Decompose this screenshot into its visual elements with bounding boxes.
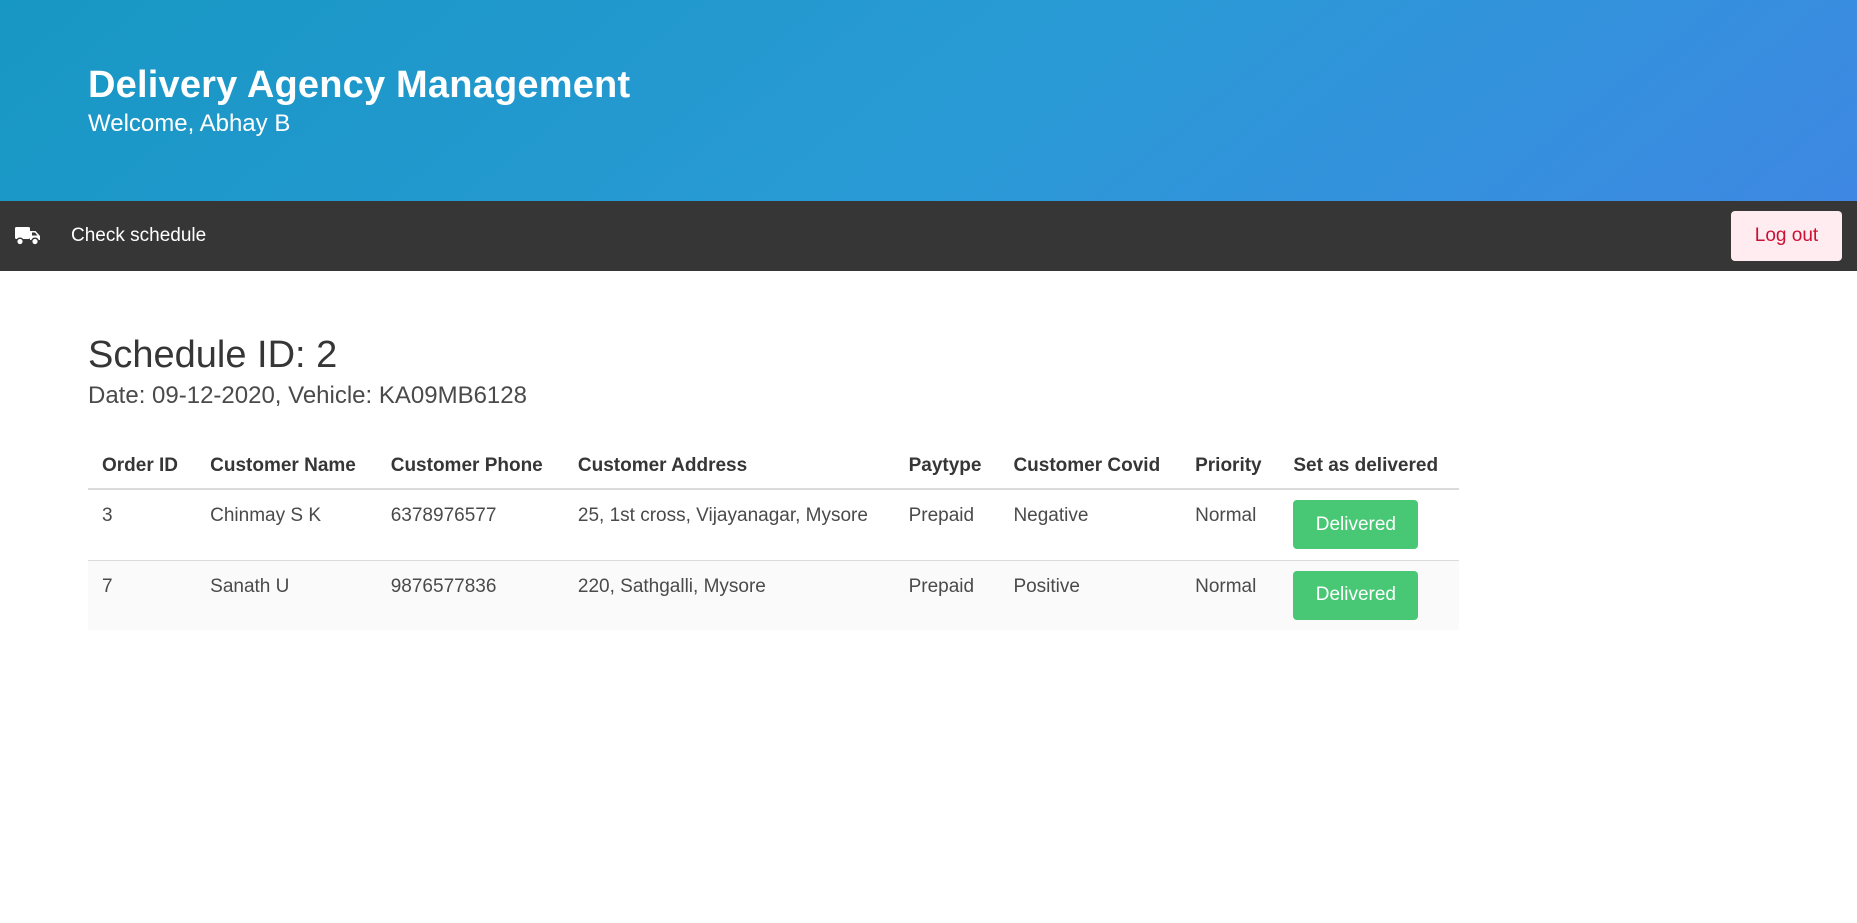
column-header-paytype: Paytype (894, 446, 1000, 490)
welcome-text: Welcome, Abhay B (88, 110, 291, 137)
cell-customer-address: 25, 1st cross, Vijayanagar, Mysore (563, 489, 895, 561)
cell-order-id: 3 (88, 489, 197, 561)
table-row: 3 Chinmay S K 6378976577 25, 1st cross, … (88, 489, 1459, 561)
check-schedule-link[interactable]: Check schedule (71, 225, 206, 247)
app-title: Delivery Agency Management (88, 64, 631, 106)
schedule-subtitle: Date: 09-12-2020, Vehicle: KA09MB6128 (88, 382, 527, 409)
table-row: 7 Sanath U 9876577836 220, Sathgalli, My… (88, 560, 1459, 630)
column-header-customer-phone: Customer Phone (376, 446, 564, 490)
cell-customer-covid: Positive (999, 560, 1182, 630)
cell-priority: Normal (1181, 560, 1280, 630)
truck-icon (15, 225, 41, 247)
column-header-customer-name: Customer Name (196, 446, 377, 490)
top-navbar: Check schedule Log out (0, 201, 1857, 271)
cell-priority: Normal (1181, 489, 1280, 561)
page-header: Delivery Agency Management Welcome, Abha… (0, 0, 1857, 201)
cell-customer-address: 220, Sathgalli, Mysore (563, 560, 895, 630)
cell-customer-phone: 9876577836 (376, 560, 564, 630)
column-header-order-id: Order ID (88, 446, 197, 490)
cell-paytype: Prepaid (894, 560, 1000, 630)
cell-customer-name: Sanath U (196, 560, 377, 630)
table-header-row: Order ID Customer Name Customer Phone Cu… (88, 446, 1459, 490)
cell-set-delivered: Delivered (1279, 489, 1459, 561)
column-header-customer-covid: Customer Covid (999, 446, 1182, 490)
delivered-button[interactable]: Delivered (1293, 500, 1419, 549)
orders-table: Order ID Customer Name Customer Phone Cu… (88, 446, 1459, 630)
schedule-title: Schedule ID: 2 (88, 334, 338, 376)
schedule-content: Schedule ID: 2 Date: 09-12-2020, Vehicle… (0, 271, 1857, 630)
column-header-priority: Priority (1181, 446, 1280, 490)
delivered-button[interactable]: Delivered (1293, 570, 1419, 620)
column-header-customer-address: Customer Address (563, 446, 895, 490)
cell-order-id: 7 (88, 560, 197, 630)
cell-customer-covid: Negative (999, 489, 1182, 561)
column-header-set-delivered: Set as delivered (1279, 446, 1459, 490)
logout-button[interactable]: Log out (1731, 211, 1842, 261)
cell-customer-phone: 6378976577 (376, 489, 564, 561)
cell-set-delivered: Delivered (1279, 560, 1459, 630)
cell-paytype: Prepaid (894, 489, 1000, 561)
cell-customer-name: Chinmay S K (196, 489, 377, 561)
